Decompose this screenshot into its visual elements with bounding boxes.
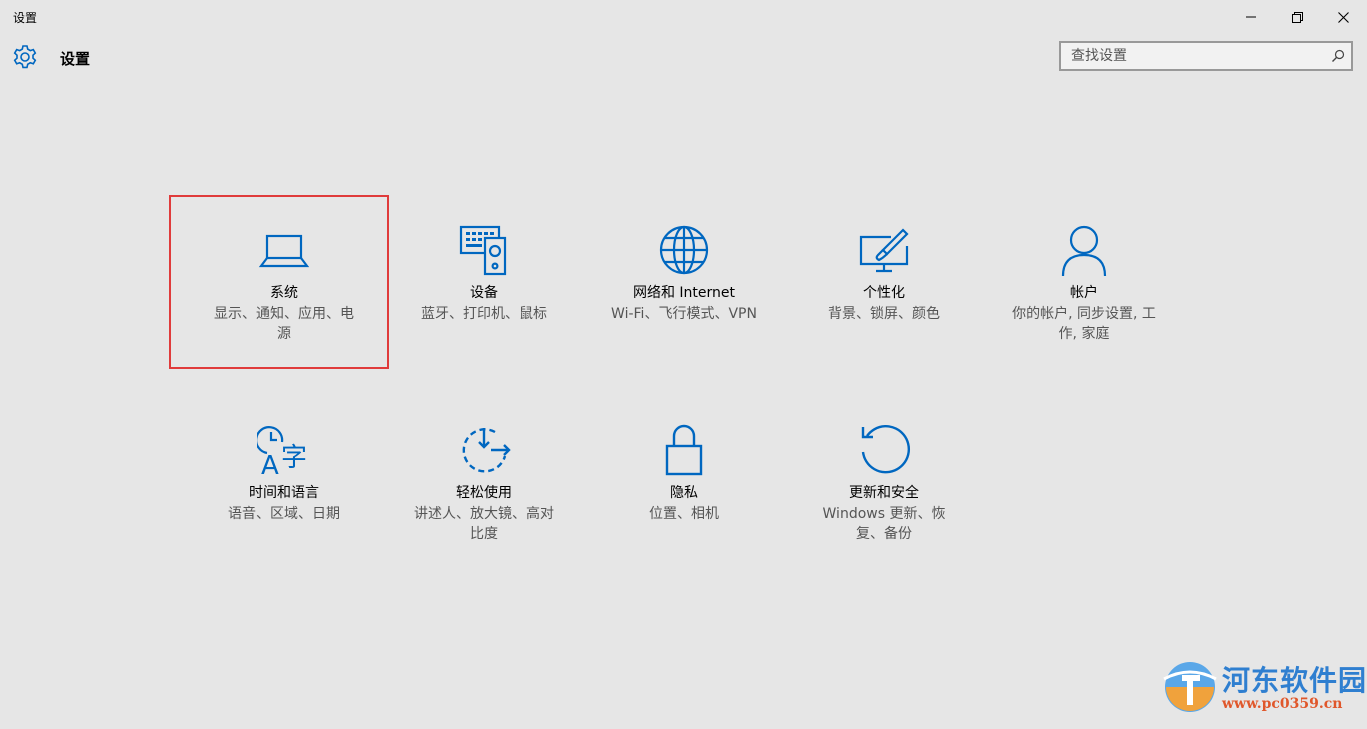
tile-desc: 蓝牙、打印机、鼠标	[421, 306, 547, 322]
time-language-icon: A 字	[257, 426, 307, 478]
update-icon	[861, 425, 910, 474]
tile-update-security[interactable]: 更新和安全 Windows 更新、恢复、备份	[789, 424, 979, 544]
tile-privacy[interactable]: 隐私 位置、相机	[589, 424, 779, 524]
tile-desc: Windows 更新、恢复、备份	[822, 506, 946, 542]
tile-name: 更新和安全	[849, 485, 919, 501]
tile-desc: 显示、通知、应用、电源	[214, 306, 354, 342]
devices-icon	[459, 225, 507, 276]
lock-icon	[665, 424, 703, 476]
ease-of-access-icon	[462, 428, 511, 473]
search-input[interactable]	[1061, 43, 1321, 69]
svg-text:字: 字	[281, 443, 307, 473]
tile-desc: Wi-Fi、飞行模式、VPN	[611, 306, 757, 322]
tile-desc: 位置、相机	[649, 506, 719, 522]
personalization-icon	[859, 228, 909, 273]
tile-name: 帐户	[1070, 285, 1098, 301]
tile-desc: 讲述人、放大镜、高对比度	[414, 506, 554, 542]
svg-text:A: A	[261, 451, 279, 478]
tile-accounts[interactable]: 帐户 你的帐户, 同步设置, 工作, 家庭	[989, 224, 1179, 344]
gear-icon	[13, 45, 37, 69]
tile-name: 系统	[270, 285, 298, 301]
tile-name: 个性化	[863, 285, 905, 301]
tile-network[interactable]: 网络和 Internet Wi-Fi、飞行模式、VPN	[589, 224, 779, 324]
tile-desc: 语音、区域、日期	[228, 506, 340, 522]
minimize-button[interactable]	[1228, 0, 1274, 34]
watermark-url: www.pc0359.cn	[1222, 696, 1343, 712]
tile-name: 时间和语言	[249, 485, 319, 501]
tile-name: 设备	[470, 285, 498, 301]
tile-desc: 你的帐户, 同步设置, 工作, 家庭	[1012, 306, 1156, 342]
page-title: 设置	[60, 50, 91, 68]
window-title: 设置	[13, 11, 38, 25]
tile-name: 隐私	[670, 485, 698, 501]
search-icon[interactable]	[1331, 49, 1345, 63]
tile-system[interactable]: 系统 显示、通知、应用、电源	[189, 224, 379, 344]
title-bar: 设置	[0, 0, 1367, 34]
person-icon	[1061, 225, 1107, 277]
tile-time-language[interactable]: A 字 时间和语言 语音、区域、日期	[189, 424, 379, 524]
tile-ease-of-access[interactable]: 轻松使用 讲述人、放大镜、高对比度	[389, 424, 579, 544]
restore-button[interactable]	[1274, 0, 1320, 34]
tile-devices[interactable]: 设备 蓝牙、打印机、鼠标	[389, 224, 579, 324]
laptop-icon	[258, 234, 310, 268]
watermark-title: 河东软件园	[1222, 664, 1367, 697]
watermark: 河东软件园 www.pc0359.cn	[1160, 655, 1366, 720]
restore-icon	[1291, 11, 1303, 23]
watermark-logo-icon	[1163, 662, 1217, 712]
close-icon	[1337, 11, 1349, 23]
search-box[interactable]	[1059, 41, 1353, 71]
tile-personalization[interactable]: 个性化 背景、锁屏、颜色	[789, 224, 979, 324]
tile-name: 网络和 Internet	[632, 285, 736, 301]
tile-name: 轻松使用	[456, 485, 512, 501]
minimize-icon	[1246, 16, 1256, 18]
globe-icon	[659, 225, 709, 275]
tile-desc: 背景、锁屏、颜色	[828, 306, 940, 322]
close-button[interactable]	[1320, 0, 1366, 34]
